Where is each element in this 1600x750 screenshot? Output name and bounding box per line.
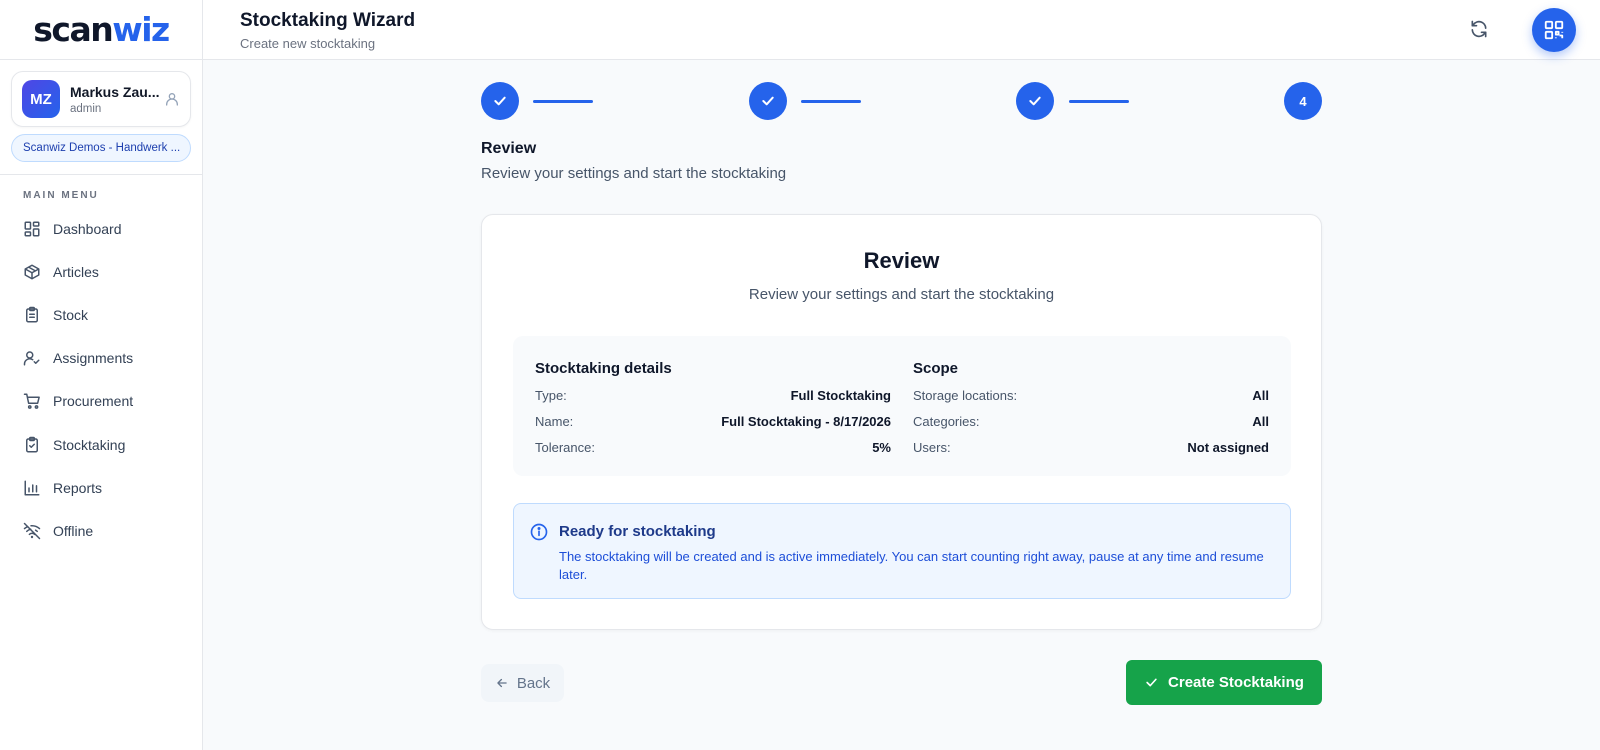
step-connector <box>801 100 861 103</box>
info-title: Ready for stocktaking <box>559 523 716 540</box>
scope-label: Users: <box>913 439 951 455</box>
box-icon <box>22 262 42 282</box>
sidebar-item-articles[interactable]: Articles <box>0 250 203 293</box>
wifi-off-icon <box>22 521 42 541</box>
qr-scan-button[interactable] <box>1532 8 1576 52</box>
step-connector <box>533 100 593 103</box>
scope-label: Storage locations: <box>913 387 1018 403</box>
sidebar-item-label: Assignments <box>53 350 134 367</box>
step-3-complete[interactable] <box>1016 82 1054 120</box>
step-4-current[interactable]: 4 <box>1284 82 1322 120</box>
detail-label: Tolerance: <box>535 439 595 455</box>
section-subtitle: Review your settings and start the stock… <box>481 165 787 182</box>
scope-value: Not assigned <box>1187 439 1269 455</box>
cart-icon <box>22 391 42 411</box>
info-icon <box>529 522 549 542</box>
review-card: Review Review your settings and start th… <box>481 214 1322 630</box>
scope-value: All <box>1252 413 1269 429</box>
refresh-button[interactable] <box>1467 17 1491 41</box>
scope-row-categories: Categories: All <box>913 408 1269 434</box>
logo[interactable]: scanwiz <box>0 0 202 60</box>
step-1-complete[interactable] <box>481 82 519 120</box>
user-name: Markus Zau... <box>70 83 160 100</box>
sidebar-item-label: Procurement <box>53 393 134 410</box>
check-icon <box>1029 96 1041 106</box>
top-header: Stocktaking Wizard Create new stocktakin… <box>203 0 1600 60</box>
scope-row-users: Users: Not assigned <box>913 434 1269 460</box>
sidebar-item-stocktaking[interactable]: Stocktaking <box>0 423 203 466</box>
detail-value: Full Stocktaking <box>790 387 891 403</box>
scope-heading: Scope <box>913 360 959 377</box>
stocktaking-details: Stocktaking details Type: Full Stocktakin… <box>535 360 891 460</box>
section-title: Review <box>481 140 537 157</box>
check-icon <box>1144 675 1159 690</box>
create-label: Create Stocktaking <box>1168 674 1304 691</box>
menu-heading: MAIN MENU <box>23 190 99 201</box>
scope-row-storage: Storage locations: All <box>913 382 1269 408</box>
arrow-left-icon <box>495 676 509 690</box>
sidebar-item-procurement[interactable]: Procurement <box>0 380 203 423</box>
organization-selector[interactable]: Scanwiz Demos - Handwerk ... <box>11 134 191 162</box>
clipboard-check-icon <box>22 435 42 455</box>
logo-text-wiz: wiz <box>112 10 170 49</box>
detail-label: Type: <box>535 387 567 403</box>
step-2-complete[interactable] <box>749 82 787 120</box>
back-button[interactable]: Back <box>481 664 564 702</box>
sidebar-item-label: Stock <box>53 306 89 323</box>
sidebar-item-label: Articles <box>53 263 99 280</box>
clipboard-list-icon <box>22 305 42 325</box>
check-icon <box>494 96 506 106</box>
detail-row-name: Name: Full Stocktaking - 8/17/2026 <box>535 408 891 434</box>
sidebar-item-label: Offline <box>53 522 94 539</box>
user-card[interactable]: MZ Markus Zau... admin <box>11 71 191 127</box>
bar-chart-icon <box>22 478 42 498</box>
scope-label: Categories: <box>913 413 980 429</box>
summary-panel: Stocktaking details Type: Full Stocktakin… <box>513 336 1291 476</box>
check-icon <box>762 96 774 106</box>
card-title: Review <box>863 248 940 273</box>
detail-row-tolerance: Tolerance: 5% <box>535 434 891 460</box>
back-label: Back <box>516 674 551 692</box>
main-menu: Dashboard Articles Stock Assignments Pro… <box>0 207 203 553</box>
info-alert: Ready for stocktaking The stocktaking wi… <box>513 503 1291 599</box>
qr-code-icon <box>1544 20 1564 40</box>
refresh-icon <box>1471 20 1487 38</box>
detail-value: 5% <box>872 439 891 455</box>
sidebar-item-label: Dashboard <box>53 220 122 237</box>
step-connector <box>1069 100 1129 103</box>
detail-row-type: Type: Full Stocktaking <box>535 382 891 408</box>
user-role: admin <box>70 102 102 115</box>
dashboard-icon <box>22 219 42 239</box>
details-heading: Stocktaking details <box>535 360 672 377</box>
sidebar-item-dashboard[interactable]: Dashboard <box>0 207 203 250</box>
sidebar-item-assignments[interactable]: Assignments <box>0 337 203 380</box>
page-title: Stocktaking Wizard <box>240 10 416 31</box>
sidebar-divider <box>0 174 203 175</box>
detail-label: Name: <box>535 413 574 429</box>
avatar: MZ <box>22 80 60 118</box>
scope-details: Scope Storage locations: All Categories: A… <box>913 360 1269 460</box>
sidebar-item-label: Reports <box>53 479 103 496</box>
sidebar: scanwiz MZ Markus Zau... admin Scanwiz D… <box>0 0 203 750</box>
scope-value: All <box>1252 387 1269 403</box>
page-subtitle: Create new stocktaking <box>240 36 376 51</box>
logo-text-scan: scan <box>33 10 113 49</box>
sidebar-item-stock[interactable]: Stock <box>0 293 203 336</box>
user-icon[interactable] <box>164 91 180 107</box>
sidebar-item-offline[interactable]: Offline <box>0 509 203 552</box>
card-subtitle: Review your settings and start the stock… <box>748 286 1055 303</box>
sidebar-item-reports[interactable]: Reports <box>0 466 203 509</box>
create-stocktaking-button[interactable]: Create Stocktaking <box>1126 660 1322 705</box>
sidebar-item-label: Stocktaking <box>53 436 126 453</box>
user-check-icon <box>22 348 42 368</box>
detail-value: Full Stocktaking - 8/17/2026 <box>721 413 891 429</box>
info-text: The stocktaking will be created and is a… <box>559 549 1264 582</box>
